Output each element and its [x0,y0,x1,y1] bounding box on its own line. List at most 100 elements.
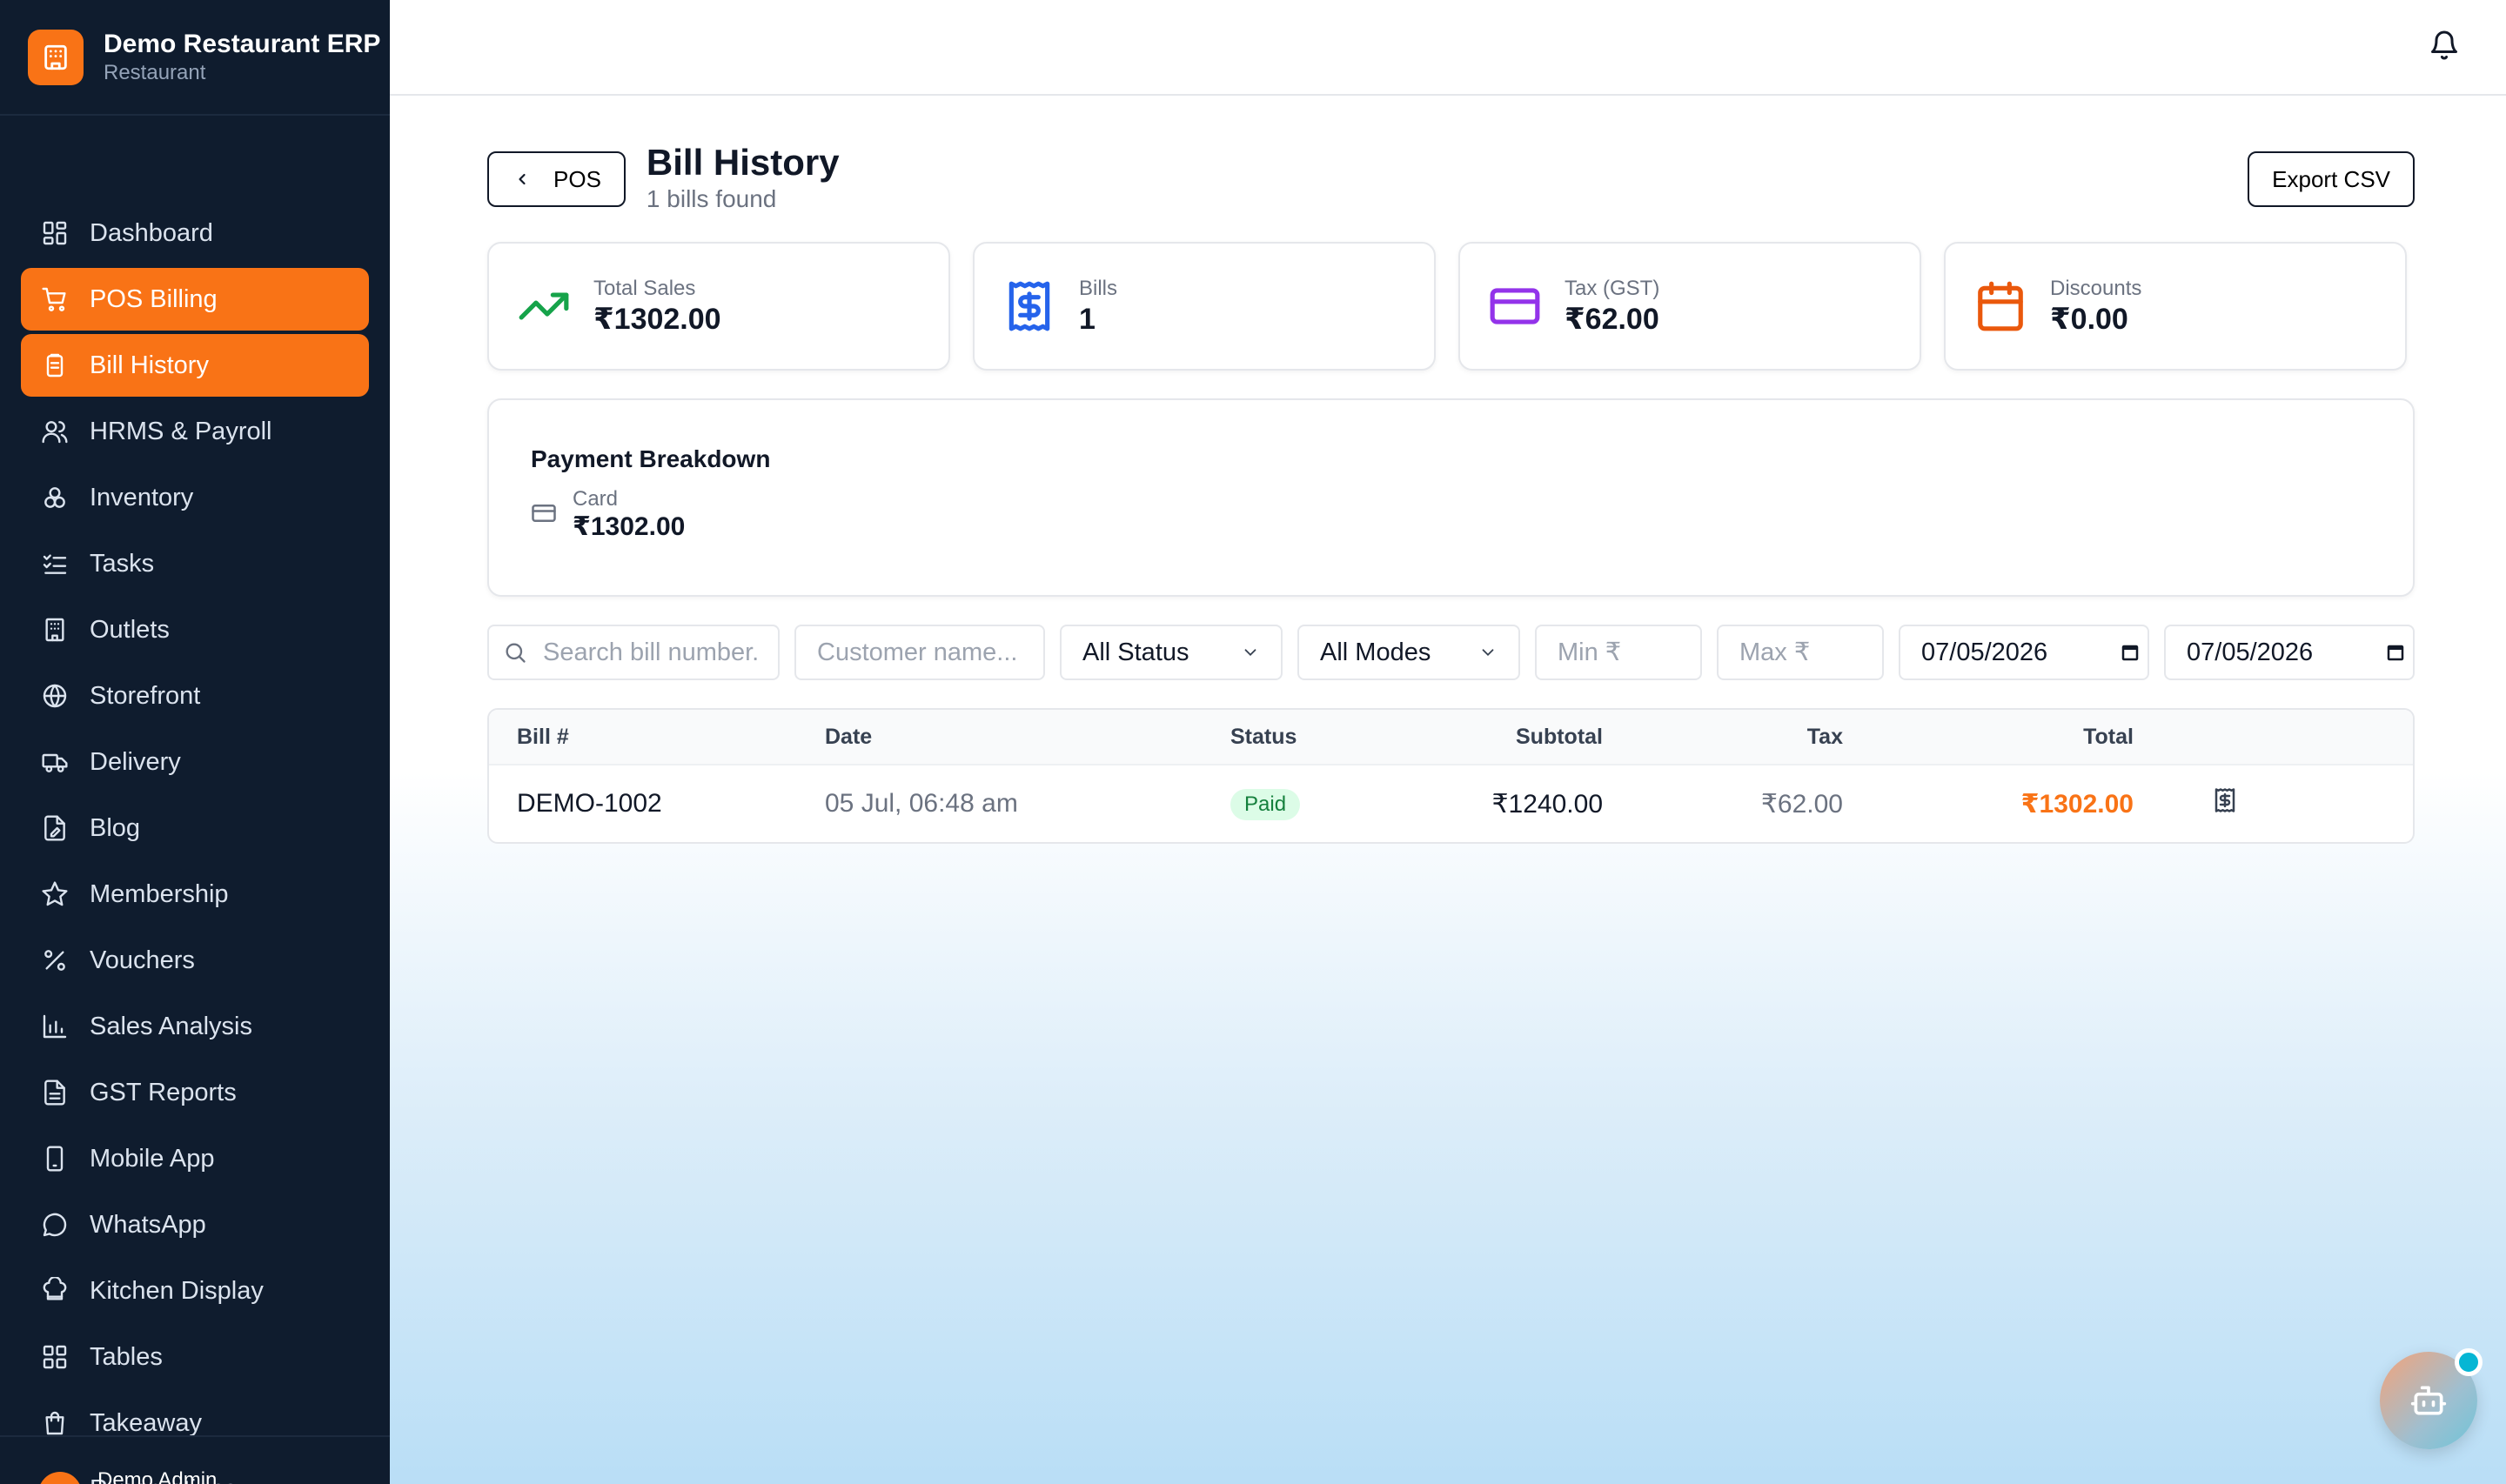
col-bill-number[interactable]: Bill # [489,725,825,750]
col-subtotal[interactable]: Subtotal [1448,725,1603,750]
col-status[interactable]: Status [1230,725,1448,750]
sidebar-item-inventory[interactable]: Inventory [21,466,369,529]
chef-hat-icon [41,1277,69,1305]
sidebar-item-label: Sales Analysis [90,1012,252,1040]
sidebar-item-kitchen-display[interactable]: Kitchen Display [21,1260,369,1322]
bar-chart-icon [41,1013,69,1040]
clipboard-icon [41,351,69,379]
sidebar-item-label: Bill History [90,351,209,379]
stat-value: ₹62.00 [1565,303,1659,336]
chevron-down-icon [1482,649,1494,657]
bot-icon [2410,1386,2447,1415]
max-amount-input[interactable] [1739,638,1861,667]
sidebar-item-label: WhatsApp [90,1210,206,1239]
bill-total: ₹1302.00 [2020,789,2134,819]
bell-icon[interactable] [2429,30,2460,65]
col-tax[interactable]: Tax [1603,725,1843,750]
view-receipt-icon[interactable] [2212,787,2238,820]
calendar-icon [1973,279,2027,333]
bills-table: Bill # Date Status Subtotal Tax Total DE… [487,708,2415,844]
main-area: POS Bill History 1 bills found Export CS… [390,0,2506,1484]
mode-select[interactable]: All Modes [1297,625,1520,680]
min-amount-field[interactable] [1535,625,1702,680]
sidebar-item-label: Storefront [90,681,201,710]
sidebar-item-label: Outlets [90,615,170,644]
export-csv-button[interactable]: Export CSV [2248,151,2415,207]
payment-method-label: Card [573,487,619,511]
stat-value: ₹0.00 [2050,303,2128,336]
sidebar-item-dashboard[interactable]: Dashboard [21,202,369,264]
table-row[interactable]: DEMO-1002 05 Jul, 06:48 am Paid ₹1240.00… [489,765,2413,842]
stat-tax: Tax (GST) ₹62.00 [1458,242,1921,371]
sidebar-item-label: Tasks [90,549,155,578]
col-total[interactable]: Total [1843,725,2134,750]
sidebar-footer[interactable]: Demo Admin [0,1435,390,1484]
receipt-icon [1002,279,1056,333]
min-amount-input[interactable] [1558,638,1679,667]
search-field[interactable] [487,625,780,680]
calendar-picker-icon[interactable] [2120,642,2141,663]
status-select[interactable]: All Status [1060,625,1283,680]
boxes-icon [41,484,69,511]
sidebar-item-whatsapp[interactable]: WhatsApp [21,1193,369,1256]
sidebar-item-tables[interactable]: Tables [21,1326,369,1388]
back-to-pos-button[interactable]: POS [487,151,626,207]
globe-icon [41,682,69,710]
date-to-value: 07/05/2026 [2187,638,2314,666]
sidebar-item-blog[interactable]: Blog [21,797,369,859]
stat-label: Total Sales [593,277,696,300]
sidebar-item-delivery[interactable]: Delivery [21,731,369,793]
assistant-bot-button[interactable] [2380,1348,2483,1449]
sidebar-item-label: Takeaway [90,1408,202,1437]
sidebar: Demo Restaurant ERP Restaurant Dashboard… [0,0,390,1484]
max-amount-field[interactable] [1717,625,1884,680]
admin-name: Demo Admin [97,1468,218,1484]
sidebar-item-storefront[interactable]: Storefront [21,665,369,727]
mode-select-value: All Modes [1320,638,1431,666]
sidebar-item-outlets[interactable]: Outlets [21,598,369,661]
status-badge: Paid [1230,788,1301,820]
avatar[interactable] [38,1472,82,1484]
sidebar-item-label: GST Reports [90,1078,237,1106]
sidebar-item-tasks[interactable]: Tasks [21,532,369,595]
trending-up-icon [517,279,571,333]
sidebar-item-pos-billing[interactable]: POS Billing [21,268,369,331]
stat-value: 1 [1079,303,1096,336]
sidebar-item-sales-analysis[interactable]: Sales Analysis [21,995,369,1058]
date-to-field[interactable]: 07/05/2026 [2164,625,2415,680]
sidebar-item-label: Inventory [90,483,194,511]
smartphone-icon [41,1145,69,1173]
search-input[interactable] [543,638,757,667]
file-edit-icon [41,814,69,842]
sidebar-item-membership[interactable]: Membership [21,863,369,926]
calendar-picker-icon[interactable] [2385,642,2406,663]
date-from-field[interactable]: 07/05/2026 [1899,625,2149,680]
sidebar-item-mobile-app[interactable]: Mobile App [21,1127,369,1190]
stat-value: ₹1302.00 [593,303,721,336]
sidebar-item-label: POS Billing [90,284,218,313]
sidebar-item-gst-reports[interactable]: GST Reports [21,1061,369,1124]
document-icon [41,1079,69,1106]
sidebar-item-label: Membership [90,879,229,908]
sidebar-item-bill-history[interactable]: Bill History [21,334,369,397]
sidebar-item-label: Mobile App [90,1144,215,1173]
col-date[interactable]: Date [825,725,1230,750]
customer-input[interactable] [817,638,1022,667]
bill-date: 05 Jul, 06:48 am [825,789,1018,818]
sidebar-item-vouchers[interactable]: Vouchers [21,929,369,992]
status-select-value: All Status [1082,638,1189,666]
payment-method-amount: ₹1302.00 [573,512,686,541]
page-header: POS Bill History 1 bills found Export CS… [487,141,2415,228]
customer-field[interactable] [794,625,1045,680]
back-button-label: POS [553,165,601,192]
dashboard-icon [41,219,69,247]
stats-row: Total Sales ₹1302.00 Bills 1 Tax (GST) ₹… [487,242,2415,371]
bills-count: 1 bills found [646,185,777,212]
sidebar-item-hrms-payroll[interactable]: HRMS & Payroll [21,400,369,463]
bill-number[interactable]: DEMO-1002 [489,789,825,819]
building-icon [41,616,69,644]
payment-breakdown-title: Payment Breakdown [531,445,771,472]
payment-breakdown-card: Payment Breakdown Card ₹1302.00 [487,398,2415,597]
sidebar-item-label: Dashboard [90,218,213,247]
sidebar-item-label: HRMS & Payroll [90,417,272,445]
